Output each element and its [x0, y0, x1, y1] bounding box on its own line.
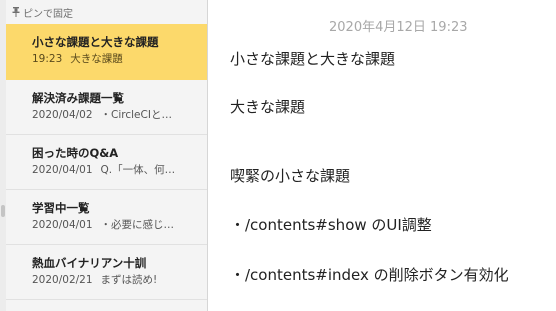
note-body-line[interactable]: 大きな課題: [230, 96, 305, 117]
note-preview: Q.「一体、何…: [100, 164, 176, 176]
note-title: 解決済み課題一覧: [32, 91, 124, 105]
note-meta: 2020/02/21 まずは読め!: [32, 274, 207, 287]
note-body-line[interactable]: ・/contents#index の削除ボタン有効化: [230, 264, 509, 285]
note-preview: ・必要に感じ…: [100, 219, 175, 231]
pinned-section-label: ピンで固定: [23, 8, 73, 20]
note-date: 2020/02/21: [32, 274, 93, 286]
note-heading[interactable]: 小さな課題と大きな課題: [230, 48, 395, 69]
note-meta: 19:23 大きな課題: [32, 53, 207, 66]
note-meta: 2020/04/01 Q.「一体、何…: [32, 164, 207, 177]
note-list-item[interactable]: 小さな課題と大きな課題 19:23 大きな課題: [6, 24, 207, 80]
note-list: 小さな課題と大きな課題 19:23 大きな課題 解決済み課題一覧 2020/04/…: [6, 24, 207, 300]
note-body-line[interactable]: 喫緊の小さな課題: [230, 165, 350, 186]
note-date: 19:23: [32, 53, 63, 65]
note-title: 熱血バイナリアン十訓: [32, 256, 147, 270]
note-timestamp: 2020年4月12日 19:23: [329, 20, 468, 35]
note-preview: まずは読め!: [100, 274, 158, 286]
pin-icon: [12, 7, 20, 17]
pinned-section-header: ピンで固定: [12, 5, 73, 20]
note-list-item[interactable]: 学習中一覧 2020/04/01 ・必要に感じ…: [6, 190, 207, 245]
note-date: 2020/04/02: [32, 109, 93, 121]
scrollbar-thumb[interactable]: [1, 205, 5, 217]
note-date: 2020/04/01: [32, 219, 93, 231]
note-title: 困った時のQ&A: [32, 146, 119, 160]
note-list-item[interactable]: 困った時のQ&A 2020/04/01 Q.「一体、何…: [6, 135, 207, 190]
note-title: 小さな課題と大きな課題: [32, 35, 159, 49]
note-list-item[interactable]: 熱血バイナリアン十訓 2020/02/21 まずは読め!: [6, 245, 207, 300]
note-preview: ・CircleCIと…: [100, 109, 172, 121]
note-title: 学習中一覧: [32, 201, 90, 215]
note-date: 2020/04/01: [32, 164, 93, 176]
note-preview: 大きな課題: [70, 53, 123, 65]
note-list-item[interactable]: 解決済み課題一覧 2020/04/02 ・CircleCIと…: [6, 80, 207, 135]
notes-sidebar: ピンで固定 小さな課題と大きな課題 19:23 大きな課題 解決済み課題一覧 20…: [0, 0, 207, 311]
note-meta: 2020/04/01 ・必要に感じ…: [32, 219, 207, 232]
note-meta: 2020/04/02 ・CircleCIと…: [32, 109, 207, 122]
note-body-line[interactable]: ・/contents#show のUI調整: [230, 214, 432, 235]
note-editor[interactable]: 2020年4月12日 19:23 小さな課題と大きな課題 大きな課題 喫緊の小さ…: [208, 0, 556, 311]
